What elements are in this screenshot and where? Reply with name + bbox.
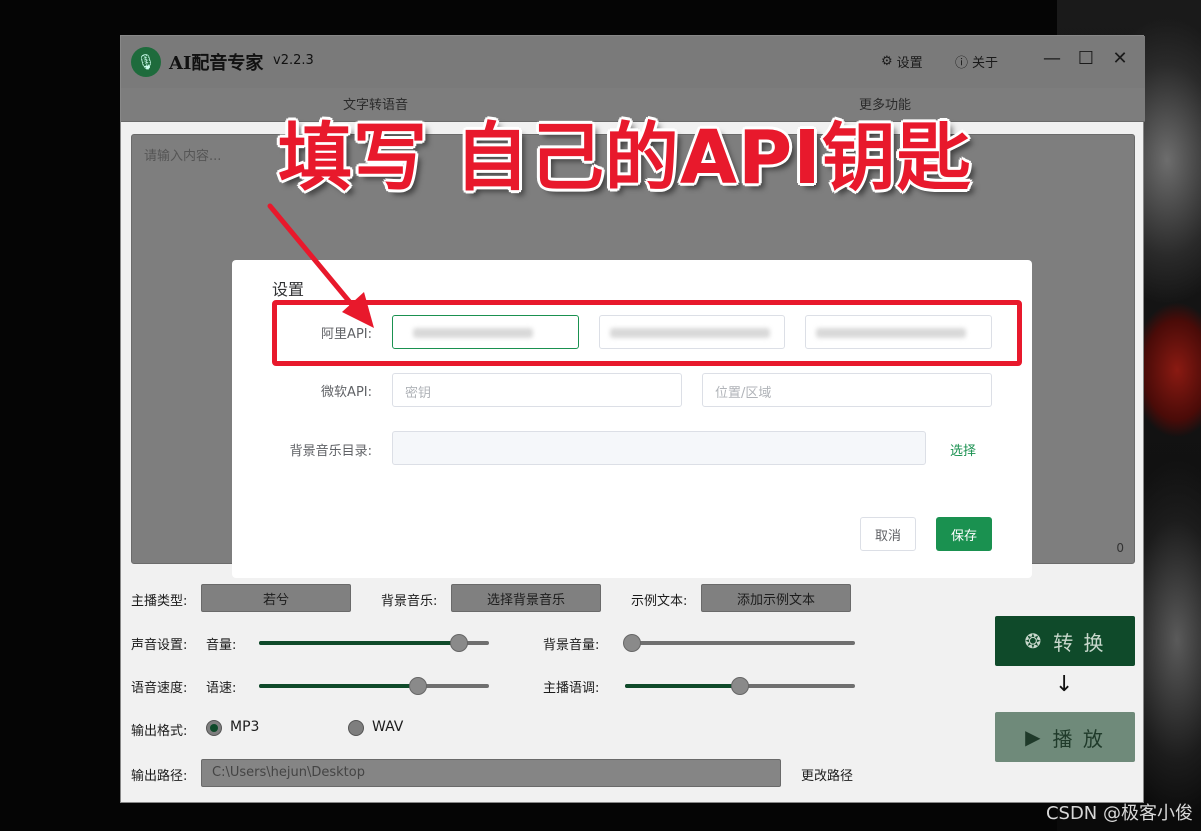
choose-dir-button[interactable]: 选择: [950, 440, 976, 459]
bgm-dir-field[interactable]: [392, 431, 926, 465]
pitch-slider[interactable]: [625, 677, 855, 695]
settings-button[interactable]: ⚙ 设置: [881, 52, 923, 71]
ms-region-field[interactable]: 位置/区域: [702, 373, 992, 407]
change-path-button[interactable]: 更改路径: [801, 765, 853, 784]
info-icon: ⓘ: [955, 56, 969, 71]
speed-slider-handle[interactable]: [408, 677, 427, 695]
save-button[interactable]: 保存: [936, 517, 992, 551]
maximize-button[interactable]: ☐: [1073, 48, 1099, 69]
format-wav-radio[interactable]: [348, 720, 364, 736]
ms-key-field[interactable]: 密钥: [392, 373, 682, 407]
play-label: 播 放: [1052, 726, 1105, 751]
about-label: 关于: [972, 56, 999, 71]
format-wav-label[interactable]: WAV: [372, 719, 403, 735]
volume-slider[interactable]: [259, 634, 489, 652]
bgm-label: 背景音乐:: [381, 594, 438, 609]
volume-slider-handle[interactable]: [450, 634, 469, 652]
annotation-highlight-box: [272, 300, 1022, 366]
volume-slider-fill: [259, 641, 460, 645]
bgm-dir-label: 背景音乐目录:: [289, 444, 372, 459]
format-mp3-radio[interactable]: [206, 720, 222, 736]
arrow-down-icon: ↓: [1055, 672, 1074, 697]
volume-label: 音量:: [206, 638, 237, 653]
settings-label: 设置: [896, 56, 923, 71]
speed-slider-fill: [259, 684, 418, 688]
speed-slider[interactable]: [259, 677, 489, 695]
bg-volume-slider[interactable]: [622, 634, 855, 652]
about-button[interactable]: ⓘ 关于: [955, 52, 998, 71]
add-sample-text-button[interactable]: 添加示例文本: [701, 584, 851, 612]
speech-speed-label: 语音速度:: [131, 681, 188, 696]
sample-text-label: 示例文本:: [631, 594, 688, 609]
output-format-label: 输出格式:: [131, 724, 188, 739]
minimize-button[interactable]: —: [1039, 48, 1065, 69]
close-button[interactable]: ✕: [1107, 48, 1133, 69]
pitch-slider-handle[interactable]: [731, 677, 749, 695]
textarea-placeholder: 请输入内容...: [144, 149, 222, 164]
output-path-field[interactable]: C:\Users\hejun\Desktop: [201, 759, 781, 787]
char-count: 0: [1116, 541, 1124, 555]
convert-label: 转 换: [1053, 630, 1106, 655]
play-button[interactable]: ▶ 播 放: [995, 712, 1135, 762]
bg-volume-slider-handle[interactable]: [622, 634, 641, 652]
format-mp3-label[interactable]: MP3: [230, 719, 259, 735]
cancel-button[interactable]: 取消: [860, 517, 916, 551]
app-title: AI配音专家: [169, 53, 264, 74]
speed-label: 语速:: [206, 681, 237, 696]
voice-settings-label: 声音设置:: [131, 638, 188, 653]
app-version: v2.2.3: [273, 53, 314, 68]
convert-button[interactable]: ❂ 转 换: [995, 616, 1135, 666]
annotation-headline: 填写 自己的API钥匙: [278, 115, 972, 201]
output-path-label: 输出路径:: [131, 769, 188, 784]
select-bgm-button[interactable]: 选择背景音乐: [451, 584, 601, 612]
pitch-slider-fill: [625, 684, 740, 688]
watermark: CSDN @极客小俊: [1045, 803, 1193, 824]
anchor-type-label: 主播类型:: [131, 594, 188, 609]
pitch-label: 主播语调:: [543, 681, 600, 696]
convert-icon: ❂: [1024, 629, 1044, 653]
gear-icon: ⚙: [881, 54, 893, 69]
play-icon: ▶: [1025, 725, 1043, 749]
microphone-icon: 🎙: [131, 47, 161, 77]
anchor-type-select[interactable]: 若兮: [201, 584, 351, 612]
bg-volume-label: 背景音量:: [543, 638, 600, 653]
microsoft-api-label: 微软API:: [321, 385, 372, 400]
annotation-arrow: [267, 203, 374, 328]
title-bar: 🎙 AI配音专家 v2.2.3 ⚙ 设置 ⓘ 关于 — ☐ ✕: [121, 36, 1145, 88]
screen: 🎙 AI配音专家 v2.2.3 ⚙ 设置 ⓘ 关于 — ☐ ✕ 文字转语音 更多…: [0, 0, 1201, 831]
